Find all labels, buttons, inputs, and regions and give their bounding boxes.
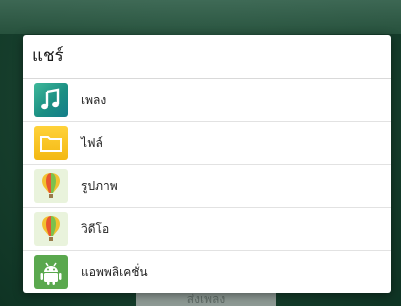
balloon-icon — [34, 212, 68, 246]
share-option-label: รูปภาพ — [81, 178, 118, 193]
folder-icon — [34, 126, 68, 160]
share-option-apps[interactable]: แอพพลิเคชั่น — [23, 251, 391, 293]
balloon-icon — [34, 169, 68, 203]
share-option-label: วิดีโอ — [81, 221, 110, 236]
share-option-video[interactable]: วิดีโอ — [23, 208, 391, 251]
dialog-title: แชร์ — [23, 35, 391, 79]
share-option-pictures[interactable]: รูปภาพ — [23, 165, 391, 208]
share-option-label: เพลง — [81, 92, 107, 107]
share-option-files[interactable]: ไฟล์ — [23, 122, 391, 165]
share-option-label: แอพพลิเคชั่น — [81, 264, 148, 279]
music-icon — [34, 83, 68, 117]
share-dialog: แชร์ เพลง ไฟล์ รูปภาพ วิดีโอ แอพพลิเคชั่… — [23, 35, 391, 293]
android-icon — [34, 255, 68, 289]
app-header-bar — [0, 0, 401, 34]
share-option-label: ไฟล์ — [81, 135, 103, 150]
share-option-music[interactable]: เพลง — [23, 79, 391, 122]
